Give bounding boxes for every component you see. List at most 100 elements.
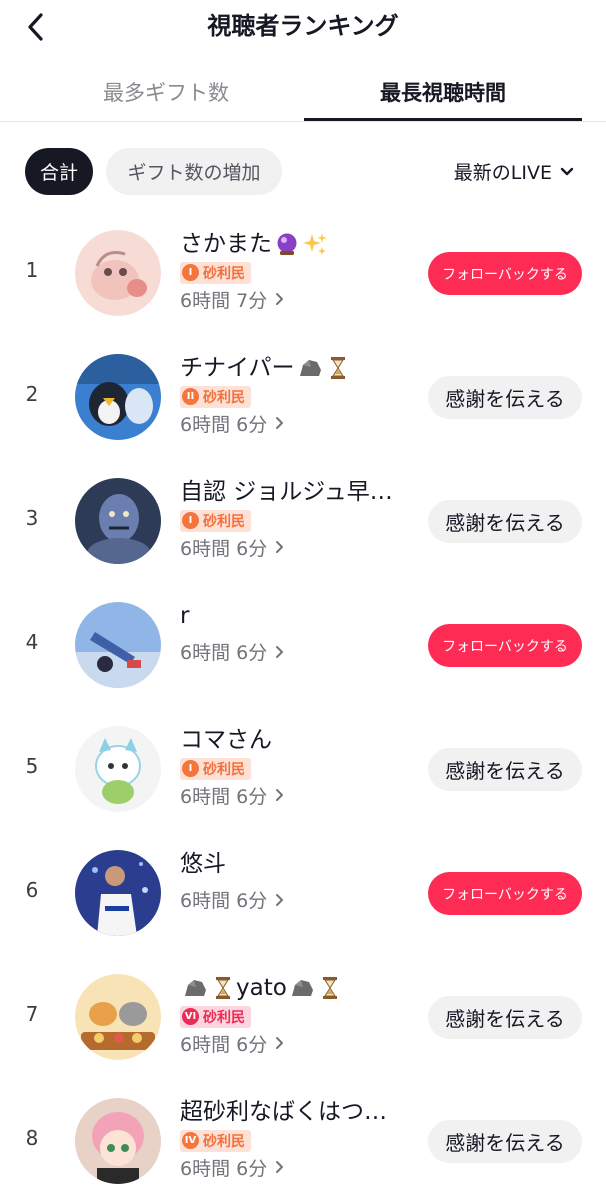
- avatar[interactable]: [75, 354, 161, 440]
- avatar[interactable]: [75, 1098, 161, 1184]
- viewer-name: さかまた: [180, 231, 272, 257]
- viewer-list: 1 さかまた I 砂利民 6時間 7分 フォローバックする 2 チナイパー II…: [0, 210, 606, 1199]
- list-item: 6 悠斗 6時間 6分 フォローバックする: [0, 830, 606, 954]
- chevron-right-icon: [275, 893, 284, 907]
- watch-duration[interactable]: 6時間 6分: [180, 886, 420, 913]
- chevron-right-icon: [275, 292, 284, 306]
- filter-chip-total[interactable]: 合計: [25, 148, 93, 195]
- badge-level-icon: I: [182, 760, 199, 777]
- duration-text: 6時間 6分: [180, 413, 268, 436]
- rock-icon: [185, 980, 206, 996]
- rank-number: 5: [25, 754, 39, 778]
- badge-level-icon: I: [182, 264, 199, 281]
- chevron-right-icon: [275, 645, 284, 659]
- duration-text: 6時間 6分: [180, 537, 268, 560]
- say-thanks-button[interactable]: 感謝を伝える: [428, 376, 582, 419]
- chevron-right-icon: [275, 788, 284, 802]
- duration-text: 6時間 7分: [180, 289, 268, 312]
- list-item: 1 さかまた I 砂利民 6時間 7分 フォローバックする: [0, 210, 606, 334]
- chevron-left-icon: [28, 13, 43, 41]
- badge-label: 砂利民: [203, 265, 245, 282]
- follow-back-button[interactable]: フォローバックする: [428, 252, 582, 295]
- chevron-right-icon: [275, 540, 284, 554]
- avatar[interactable]: [75, 974, 161, 1060]
- watch-duration[interactable]: 6時間 6分: [180, 534, 420, 561]
- chevron-right-icon: [275, 1160, 284, 1174]
- badge-label: 砂利民: [203, 1009, 245, 1026]
- duration-text: 6時間 6分: [180, 785, 268, 808]
- rank-number: 8: [25, 1126, 39, 1150]
- badge-label: 砂利民: [203, 1133, 245, 1150]
- rank-number: 2: [25, 382, 39, 406]
- fan-club-badge: II 砂利民: [180, 385, 251, 408]
- viewer-name: コマさん: [180, 727, 272, 753]
- chevron-right-icon: [275, 1036, 284, 1050]
- duration-text: 6時間 6分: [180, 1033, 268, 1056]
- badge-label: 砂利民: [203, 761, 245, 778]
- watch-duration[interactable]: 6時間 6分: [180, 1154, 420, 1181]
- rank-number: 7: [25, 1002, 39, 1026]
- say-thanks-button[interactable]: 感謝を伝える: [428, 996, 582, 1039]
- avatar[interactable]: [75, 850, 161, 936]
- fan-club-badge: I 砂利民: [180, 261, 251, 284]
- watch-duration[interactable]: 6時間 7分: [180, 286, 420, 313]
- viewer-name: チナイパー: [180, 355, 295, 381]
- chevron-right-icon: [275, 416, 284, 430]
- say-thanks-button[interactable]: 感謝を伝える: [428, 500, 582, 543]
- watch-duration[interactable]: 6時間 6分: [180, 782, 420, 809]
- fan-club-badge: I 砂利民: [180, 757, 251, 780]
- badge-label: 砂利民: [203, 513, 245, 530]
- duration-text: 6時間 6分: [180, 890, 268, 912]
- watch-duration[interactable]: 6時間 6分: [180, 410, 420, 437]
- list-item: 3 自認 ジョルジュ早… I 砂利民 6時間 6分 感謝を伝える: [0, 458, 606, 582]
- list-item: 2 チナイパー II 砂利民 6時間 6分 感謝を伝える: [0, 334, 606, 458]
- filter-chip-gift-increase[interactable]: ギフト数の増加: [106, 148, 282, 195]
- fan-club-badge: I 砂利民: [180, 509, 251, 532]
- say-thanks-button[interactable]: 感謝を伝える: [428, 748, 582, 791]
- crystal-ball-icon: [277, 233, 297, 255]
- page-title: 視聴者ランキング: [207, 12, 399, 40]
- rank-number: 4: [25, 630, 39, 654]
- list-item: 4 r 6時間 6分 フォローバックする: [0, 582, 606, 706]
- badge-level-icon: VI: [182, 1008, 199, 1025]
- watch-duration[interactable]: 6時間 6分: [180, 1030, 420, 1057]
- avatar[interactable]: [75, 478, 161, 564]
- tab-most-gifts[interactable]: 最多ギフト数: [28, 62, 304, 121]
- list-item: 7 yato VI 砂利民 6時間 6分 感謝を伝える: [0, 954, 606, 1078]
- tab-longest-watch-time[interactable]: 最長視聴時間: [304, 62, 582, 121]
- header: 視聴者ランキング: [0, 0, 606, 52]
- list-item: 8 超砂利なばくはつ… IV 砂利民 6時間 6分 感謝を伝える: [0, 1078, 606, 1199]
- badge-label: 砂利民: [203, 389, 245, 406]
- badge-level-icon: II: [182, 388, 199, 405]
- duration-text: 6時間 6分: [180, 1157, 268, 1180]
- list-item: 5 コマさん I 砂利民 6時間 6分 感謝を伝える: [0, 706, 606, 830]
- rank-number: 6: [25, 878, 39, 902]
- viewer-name: 悠斗: [180, 851, 226, 877]
- watch-duration[interactable]: 6時間 6分: [180, 638, 420, 665]
- duration-text: 6時間 6分: [180, 642, 268, 664]
- rank-number: 3: [25, 506, 39, 530]
- rock-icon: [299, 360, 321, 376]
- follow-back-button[interactable]: フォローバックする: [428, 624, 582, 667]
- rank-number: 1: [25, 258, 39, 282]
- avatar[interactable]: [75, 602, 161, 688]
- hourglass-icon: [216, 977, 230, 999]
- sort-dropdown[interactable]: 最新のLIVE: [454, 148, 574, 195]
- viewer-name: yato: [236, 975, 287, 1001]
- tab-bar: 最多ギフト数 最長視聴時間: [0, 62, 606, 122]
- follow-back-button[interactable]: フォローバックする: [428, 872, 582, 915]
- avatar[interactable]: [75, 230, 161, 316]
- fan-club-badge: VI 砂利民: [180, 1005, 251, 1028]
- hourglass-icon: [322, 977, 337, 999]
- badge-level-icon: I: [182, 512, 199, 529]
- say-thanks-button[interactable]: 感謝を伝える: [428, 1120, 582, 1163]
- avatar[interactable]: [75, 726, 161, 812]
- back-button[interactable]: [18, 9, 54, 45]
- rock-icon: [291, 980, 313, 996]
- viewer-name: 超砂利なばくはつ…: [180, 1099, 387, 1125]
- filter-bar: 合計 ギフト数の増加 最新のLIVE: [0, 148, 606, 196]
- fan-club-badge: IV 砂利民: [180, 1129, 251, 1152]
- sort-label: 最新のLIVE: [453, 162, 552, 184]
- active-tab-indicator: [304, 118, 582, 121]
- sparkles-icon: [303, 233, 327, 255]
